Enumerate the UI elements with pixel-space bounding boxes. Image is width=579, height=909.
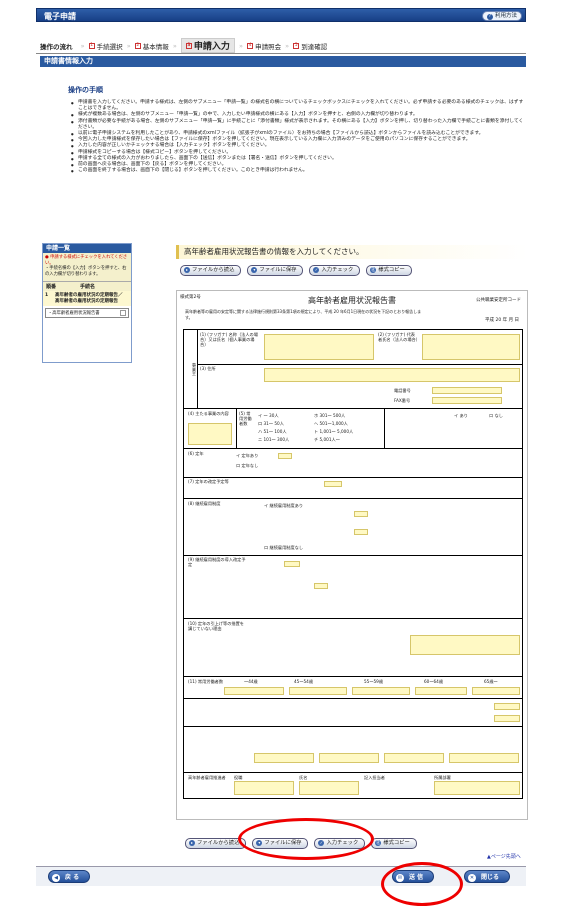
industry-input[interactable] (188, 423, 232, 445)
continued-employment-section: (8) 継続雇用制度 イ 継続雇用制度あり ロ 継続雇用制度なし (9) 継続雇… (183, 499, 523, 619)
chevron-right-icon: » (80, 41, 85, 50)
representative-input[interactable] (422, 334, 520, 360)
sidebar-warning: ● 申請する様式にチェックを入れてください。 ・手続名横の【入力】ボタンを押すと… (43, 253, 131, 281)
instructions: 操作の手順 申請書を入力してください。申請する様式は、左側のサブメニュー「申請一… (68, 85, 528, 175)
report-form: 様式第2号 高年齢者雇用状況報告書 公共職業安定所コード 高年齢者等の雇用の安定… (176, 290, 528, 820)
copy-form-button[interactable]: ⎘ 様式コピー (371, 838, 417, 849)
chevron-right-icon: » (239, 41, 243, 50)
load-file-button[interactable]: ▸ ファイルから読込 (180, 265, 242, 276)
help-button[interactable]: ? 利用方法 (482, 11, 522, 21)
retirement-section: (6) 定年 イ 定年あり ロ 定年なし (7) 定年の改定予定等 (183, 449, 523, 499)
highlight-ring (381, 862, 463, 906)
fax-input[interactable] (432, 397, 502, 404)
form-title: 高年齢者雇用状況報告書 (308, 296, 396, 305)
employer-name-input[interactable] (264, 334, 374, 360)
count-input[interactable] (449, 753, 519, 763)
name-input[interactable] (299, 781, 359, 795)
question-icon: ? (486, 14, 493, 20)
arrow-left-icon: ◀ (52, 874, 60, 882)
flow-step-1: 1 手続選択 (88, 42, 123, 51)
chevron-right-icon: » (172, 41, 177, 50)
back-button[interactable]: ◀ 戻 る (48, 870, 91, 883)
promoter-section: 高年齢者雇用推進者 役職 氏名 記入担当者 所属部署 (183, 773, 523, 799)
instructions-list: 申請書を入力してください。申請する様式は、左側のサブメニュー「申請一覧」の様式名… (68, 100, 528, 175)
flow-step-3-current: 3 申請入力 (180, 38, 235, 53)
check-icon: ✓ (313, 267, 320, 273)
forecast-section (183, 727, 523, 773)
count-input[interactable] (289, 687, 347, 695)
worker-count-section: (11) 常用労働者数 〜44歳 45〜54歳 55〜59歳 60〜64歳 65… (183, 677, 523, 699)
section-title: 申請書情報入力 (40, 56, 526, 67)
retirement-age-input[interactable] (278, 453, 292, 459)
list-item: 申請書を入力してください。申請する様式は、左側のサブメニュー「申請一覧」の様式名… (71, 100, 528, 112)
address-input[interactable] (264, 368, 520, 382)
sidebar-columns: 順番 手続名 (43, 281, 131, 291)
checkbox[interactable] (120, 310, 126, 316)
reason-other-input[interactable] (410, 635, 520, 655)
business-section: (4) 主たる事業の内容 (5) 常用労働者数 イ 〜 30人 ロ 31〜 50… (183, 409, 523, 449)
date-input[interactable] (284, 561, 300, 567)
count-input[interactable] (254, 753, 314, 763)
reason-section: (10) 定年の引上げ等の措置を講じていない理由 (183, 619, 523, 677)
count-input[interactable] (384, 753, 444, 763)
help-label: 利用方法 (494, 13, 517, 19)
count-detail-section (183, 699, 523, 727)
flow-step-2: 2 基本情報 (134, 42, 169, 51)
count-input[interactable] (472, 687, 520, 695)
revision-year-input[interactable] (324, 481, 342, 487)
form-headline: 高年齢者雇用状況報告書の情報を入力してください。 (176, 245, 528, 259)
count-input[interactable] (224, 687, 284, 695)
input-check-button[interactable]: ✓ 入力チェック (309, 265, 361, 276)
age-input[interactable] (354, 511, 368, 517)
divider (36, 53, 526, 54)
office-code-label: 公共職業安定所コード (476, 298, 521, 303)
phone-input[interactable] (432, 387, 502, 394)
app-header: 電子申請 ? 利用方法 (36, 8, 526, 22)
copy-icon: ⎘ (375, 840, 382, 846)
position-input[interactable] (234, 781, 294, 795)
count-input[interactable] (415, 687, 467, 695)
save-file-button[interactable]: ▾ ファイルに保存 (247, 265, 304, 276)
flow-step-5: 5 到達確認 (293, 42, 328, 51)
folder-icon: ▸ (184, 267, 190, 273)
copy-icon: ⎘ (370, 267, 377, 273)
sidebar-title: 申請一覧 (43, 244, 131, 253)
count-input[interactable] (494, 715, 520, 722)
department-input[interactable] (434, 781, 520, 795)
form-note: 高年齢者等の雇用の安定等に関する法律施行規則第33条第1項の規定により、平成 2… (185, 309, 422, 320)
flow-label: 操作の流れ (40, 42, 73, 51)
save-icon: ▾ (251, 267, 258, 273)
back-to-top-link[interactable]: ▲ページ先頭へ (487, 853, 521, 860)
close-icon: ✕ (468, 874, 476, 882)
highlight-ring (238, 818, 374, 860)
toolbar-top: ▸ ファイルから読込 ▾ ファイルに保存 ✓ 入力チェック ⎘ 様式コピー (180, 265, 412, 276)
age-input[interactable] (354, 529, 368, 535)
count-input[interactable] (319, 753, 379, 763)
form-select-item[interactable]: ・高年齢者雇用状況報告書 (45, 308, 129, 318)
close-button[interactable]: ✕ 閉じる (464, 870, 511, 883)
folder-icon: ▸ (189, 840, 195, 846)
list-item: この画面を終了する場合は、画面下の【閉じる】ボタンを押してください。このとき申請… (71, 168, 528, 174)
list-item[interactable]: 1 高年齢者の雇用状況の定期報告／高年齢者の雇用状況の定期報告 (43, 291, 131, 306)
chevron-right-icon: » (285, 41, 290, 50)
copy-form-button[interactable]: ⎘ 様式コピー (366, 265, 412, 276)
application-list-panel: 申請一覧 ● 申請する様式にチェックを入れてください。 ・手続名横の【入力】ボタ… (42, 243, 132, 363)
age-input[interactable] (314, 583, 328, 589)
employer-section: 事業主 (1) (フリガナ) 名称（法人の場合）又は氏名（個人事業の場合） (2… (183, 329, 523, 409)
flow-step-4: 4 申請照会 (247, 42, 282, 51)
instructions-title: 操作の手順 (68, 86, 103, 94)
chevron-right-icon: » (126, 41, 131, 50)
operation-flow: 操作の流れ » 1 手続選択 » 2 基本情報 » 3 申請入力 » 4 申請照会 » … (40, 38, 528, 53)
count-input[interactable] (352, 687, 410, 695)
app-title: 電子申請 (44, 12, 76, 21)
count-input[interactable] (494, 703, 520, 710)
form-date: 平成 20 年 月 日 (485, 318, 519, 323)
list-item: 添付書類が必要な手続がある場合、左側のサブメニュー「申請一覧」に手続ごとに「添付… (71, 119, 528, 131)
